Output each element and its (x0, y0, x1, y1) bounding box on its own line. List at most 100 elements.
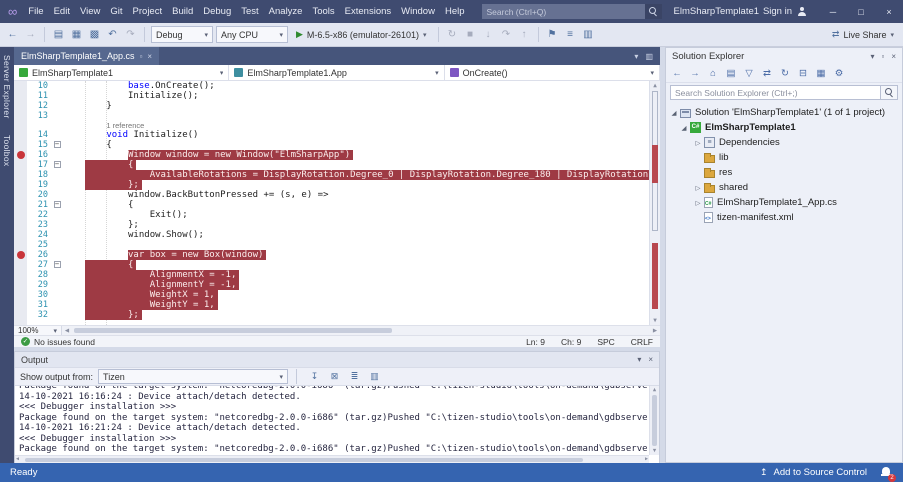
window-position-icon[interactable]: ▾ (870, 52, 874, 61)
menu-item-build[interactable]: Build (167, 6, 198, 17)
scroll-left-icon[interactable]: ◀ (16, 456, 19, 462)
save-all-icon[interactable]: ▩ (87, 29, 102, 40)
add-to-source-control-button[interactable]: Add to Source Control (774, 467, 867, 478)
breakpoint-margin[interactable] (14, 190, 27, 200)
code-line[interactable]: 12} (14, 101, 660, 111)
back-icon[interactable]: ← (670, 68, 684, 79)
spaces-indicator[interactable]: SPC (597, 337, 614, 347)
breakpoint-margin[interactable] (14, 290, 27, 300)
close-icon[interactable]: × (648, 355, 653, 364)
menu-item-debug[interactable]: Debug (198, 6, 236, 17)
solution-configuration-dropdown[interactable]: Debug ▾ (151, 26, 213, 43)
code-line[interactable]: 20window.BackButtonPressed += (s, e) => (14, 190, 660, 200)
scroll-up-icon[interactable]: ▲ (650, 387, 659, 393)
notifications-button[interactable]: 2 (881, 466, 891, 480)
code-editor[interactable]: 10base.OnCreate();11Initialize();12}131 … (14, 81, 660, 325)
home-icon[interactable]: ⌂ (706, 68, 720, 79)
tree-item-shared[interactable]: ▷shared (666, 180, 902, 195)
member-dropdown[interactable]: OnCreate() ▾ (445, 65, 660, 80)
code-line[interactable]: 21−{ (14, 200, 660, 210)
breakpoint-margin[interactable] (14, 260, 27, 270)
tree-item-lib[interactable]: lib (666, 150, 902, 165)
fold-toggle-icon[interactable]: − (51, 200, 63, 210)
code-line[interactable]: 27−{ (14, 260, 660, 270)
menu-item-window[interactable]: Window (396, 6, 440, 17)
breakpoint-margin[interactable] (14, 91, 27, 101)
zoom-control[interactable]: 100% ▾ (14, 326, 62, 335)
code-line[interactable]: 26var box = new Box(window) (14, 250, 660, 260)
scroll-down-icon[interactable]: ▼ (650, 317, 660, 324)
code-line[interactable]: 24window.Show(); (14, 230, 660, 240)
code-line[interactable]: 15−{ (14, 140, 660, 150)
tree-item-dependencies[interactable]: ▷Dependencies (666, 135, 902, 150)
new-file-icon[interactable]: ▤ (51, 29, 66, 40)
fold-toggle-icon[interactable]: − (51, 140, 63, 150)
class-dropdown[interactable]: ElmSharpTemplate1.App ▾ (229, 65, 444, 80)
quick-search[interactable] (482, 4, 662, 19)
close-icon[interactable]: × (891, 52, 896, 61)
goto-message-icon[interactable]: ↧ (308, 371, 321, 382)
breakpoint-margin[interactable] (14, 300, 27, 310)
breakpoint-margin[interactable] (14, 270, 27, 280)
code-line[interactable]: 16Window window = new Window("ElmSharpAp… (14, 150, 660, 160)
output-log[interactable]: Package found on the target system: "net… (15, 386, 659, 463)
window-position-icon[interactable]: ▾ (637, 355, 641, 364)
code-line[interactable]: 18AvailableRotations = DisplayRotation.D… (14, 170, 660, 180)
tool-tab-server-explorer[interactable]: Server Explorer (2, 55, 12, 119)
tree-collapsed-icon[interactable]: ▷ (693, 139, 703, 147)
collapse-all-icon[interactable]: ⊟ (796, 68, 810, 79)
stop-icon[interactable]: ■ (463, 29, 478, 40)
save-icon[interactable]: ▦ (69, 29, 84, 40)
maximize-button[interactable]: □ (847, 0, 875, 23)
breakpoint-margin[interactable] (14, 310, 27, 320)
code-line[interactable]: 22Exit(); (14, 210, 660, 220)
search-icon[interactable] (881, 85, 898, 100)
scroll-left-icon[interactable]: ◀ (62, 328, 72, 334)
menu-item-view[interactable]: View (75, 6, 105, 17)
breakpoint-margin[interactable] (14, 240, 27, 250)
project-dropdown[interactable]: ElmSharpTemplate1 ▾ (14, 65, 229, 80)
sign-in-button[interactable]: Sign in (763, 6, 807, 17)
menu-item-git[interactable]: Git (105, 6, 127, 17)
task-list-icon[interactable]: ≡ (563, 29, 578, 40)
properties-icon[interactable]: ⚙ (832, 68, 846, 79)
minimize-button[interactable]: ─ (819, 0, 847, 23)
output-source-dropdown[interactable]: Tizen ▾ (98, 369, 288, 384)
clear-all-icon[interactable]: ⊠ (328, 371, 341, 382)
code-line[interactable]: 25 (14, 240, 660, 250)
close-icon[interactable]: × (147, 52, 152, 61)
bookmark-icon[interactable]: ⚑ (545, 29, 560, 40)
scrollbar-thumb[interactable] (652, 395, 657, 446)
solution-platform-dropdown[interactable]: Any CPU ▾ (216, 26, 288, 43)
tree-collapsed-icon[interactable]: ▷ (693, 199, 703, 207)
word-wrap-icon[interactable]: ≣ (348, 371, 361, 382)
sync-icon[interactable]: ⇄ (760, 68, 774, 79)
pin-icon[interactable]: ▫ (140, 52, 143, 61)
breakpoint-margin[interactable] (14, 121, 27, 130)
output-vertical-scrollbar[interactable]: ▲ ▼ (649, 386, 659, 455)
close-button[interactable]: × (875, 0, 903, 23)
breakpoint-margin[interactable] (14, 111, 27, 121)
undo-icon[interactable]: ↶ (105, 29, 120, 40)
views-icon[interactable]: ▤ (724, 68, 738, 79)
scrollbar-thumb[interactable] (74, 328, 392, 333)
line-ending-indicator[interactable]: CRLF (631, 337, 653, 347)
code-line[interactable]: 19}; (14, 180, 660, 190)
quick-search-input[interactable] (482, 4, 645, 19)
breakpoint-margin[interactable] (14, 210, 27, 220)
tree-expanded-icon[interactable]: ◢ (669, 109, 679, 117)
breakpoint-margin[interactable] (14, 81, 27, 91)
tree-item-solution-elmsharptemplate1-1-of-1-project[interactable]: ◢Solution 'ElmSharpTemplate1' (1 of 1 pr… (666, 105, 902, 120)
menu-item-analyze[interactable]: Analyze (264, 6, 308, 17)
tree-item-elmsharptemplate1[interactable]: ◢ElmSharpTemplate1 (666, 120, 902, 135)
code-line[interactable]: 10base.OnCreate(); (14, 81, 660, 91)
search-icon[interactable] (645, 4, 662, 19)
editor-vertical-scrollbar[interactable]: ▲ ▼ (649, 81, 660, 325)
scroll-down-icon[interactable]: ▼ (650, 448, 659, 454)
menu-item-project[interactable]: Project (128, 6, 168, 17)
breakpoint-margin[interactable] (14, 170, 27, 180)
editor-horizontal-scrollbar[interactable] (72, 326, 650, 335)
tree-item-res[interactable]: res (666, 165, 902, 180)
breakpoint-indicator[interactable] (14, 250, 27, 260)
code-line[interactable]: 29AlignmentY = -1, (14, 280, 660, 290)
